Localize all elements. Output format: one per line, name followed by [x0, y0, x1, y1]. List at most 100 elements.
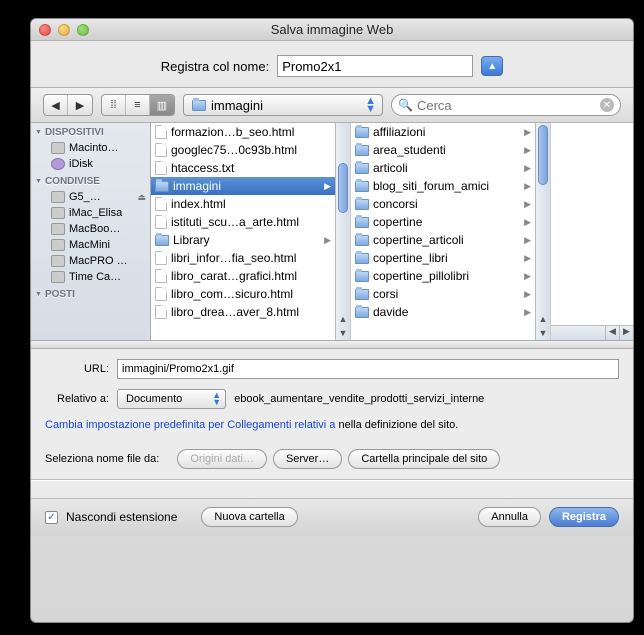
item-label: copertine_libri	[373, 251, 448, 265]
select-from-label: Seleziona nome file da:	[45, 453, 159, 465]
sidebar-header-shared[interactable]: CONDIVISE	[31, 172, 150, 189]
item-label: blog_siti_forum_amici	[373, 179, 489, 193]
relative-path-text: ebook_aumentare_vendite_prodotti_servizi…	[234, 393, 484, 405]
view-mode-switch[interactable]: ⁞⁞ ≡ ▥	[101, 94, 175, 116]
folder-row[interactable]: blog_siti_forum_amici▶	[351, 177, 535, 195]
folder-row[interactable]: copertine_libri▶	[351, 249, 535, 267]
scroll-up-icon[interactable]: ▲	[336, 312, 350, 326]
scroll-left-icon[interactable]: ◀	[605, 326, 619, 340]
file-row[interactable]: istituti_scu…a_arte.html	[151, 213, 335, 231]
scrollbar[interactable]: ▲ ▼	[335, 123, 350, 340]
nav-back-forward[interactable]: ◀ ▶	[43, 94, 93, 116]
file-row[interactable]: htaccess.txt	[151, 159, 335, 177]
sidebar-header-places[interactable]: POSTI	[31, 285, 150, 302]
back-button[interactable]: ◀	[44, 95, 68, 115]
file-row[interactable]: formazion…b_seo.html	[151, 123, 335, 141]
relative-label: Relativo a:	[45, 393, 109, 405]
sidebar-header-devices[interactable]: DISPOSITIVI	[31, 123, 150, 140]
item-label: htaccess.txt	[171, 161, 234, 175]
new-folder-button[interactable]: Nuova cartella	[201, 507, 297, 527]
computer-icon	[51, 255, 65, 267]
search-field[interactable]: 🔍 ✕	[391, 94, 621, 116]
sidebar-item-macbook[interactable]: MacBoo…	[31, 221, 150, 237]
chevron-right-icon: ▶	[524, 145, 531, 156]
icon-view-button[interactable]: ⁞⁞	[102, 95, 126, 115]
folder-row[interactable]: immagini▶	[151, 177, 335, 195]
titlebar[interactable]: Salva immagine Web	[31, 19, 633, 41]
item-label: area_studenti	[373, 143, 446, 157]
list-view-button[interactable]: ≡	[126, 95, 150, 115]
divider	[31, 479, 633, 480]
file-row[interactable]: libri_infor…fia_seo.html	[151, 249, 335, 267]
folder-row[interactable]: articoli▶	[351, 159, 535, 177]
column-3-empty: ◀▶	[551, 123, 633, 340]
hide-extension-checkbox[interactable]: ✓	[45, 511, 58, 524]
data-sources-button[interactable]: Origini dati…	[177, 449, 267, 469]
file-row[interactable]: libro_drea…aver_8.html	[151, 303, 335, 321]
folder-row[interactable]: affiliazioni▶	[351, 123, 535, 141]
file-icon	[155, 197, 167, 211]
file-row[interactable]: libro_carat…grafici.html	[151, 267, 335, 285]
folder-icon	[355, 127, 369, 138]
sidebar-item-g5[interactable]: G5_…⏏	[31, 189, 150, 205]
clear-search-icon[interactable]: ✕	[600, 98, 614, 112]
file-row[interactable]: libro_com…sicuro.html	[151, 285, 335, 303]
relative-dropdown[interactable]: Documento ▲▼	[117, 389, 226, 409]
save-button[interactable]: Registra	[549, 507, 619, 527]
expand-collapse-button[interactable]: ▲	[481, 56, 503, 76]
folder-row[interactable]: concorsi▶	[351, 195, 535, 213]
sidebar-item-timecapsule[interactable]: Time Ca…	[31, 269, 150, 285]
folder-row[interactable]: area_studenti ▶	[351, 141, 535, 159]
sidebar-item-imac[interactable]: iMac_Elisa	[31, 205, 150, 221]
scroll-down-icon[interactable]: ▼	[536, 326, 550, 340]
settings-link[interactable]: Cambia impostazione predefinita per Coll…	[45, 419, 335, 431]
forward-button[interactable]: ▶	[68, 95, 92, 115]
splitter[interactable]	[31, 341, 633, 349]
filename-input[interactable]	[277, 55, 473, 77]
idisk-icon	[51, 158, 65, 170]
path-label: immagini	[211, 98, 263, 113]
sidebar-item-macmini[interactable]: MacMini	[31, 237, 150, 253]
scroll-thumb[interactable]	[338, 163, 348, 213]
server-button[interactable]: Server…	[273, 449, 342, 469]
eject-icon[interactable]: ⏏	[137, 192, 146, 203]
folder-icon	[355, 163, 369, 174]
h-scrollbar[interactable]: ◀▶	[551, 325, 633, 340]
folder-row[interactable]: copertine_pillolibri▶	[351, 267, 535, 285]
column-2: affiliazioni▶area_studenti▶articoli▶blog…	[351, 123, 551, 340]
url-input[interactable]	[117, 359, 619, 379]
item-label: Library	[173, 233, 210, 247]
item-label: formazion…b_seo.html	[171, 125, 294, 139]
folder-row[interactable]: corsi▶	[351, 285, 535, 303]
file-row[interactable]: googlec75…0c93b.html	[151, 141, 335, 159]
chevron-right-icon: ▶	[524, 199, 531, 210]
finder-toolbar: ◀ ▶ ⁞⁞ ≡ ▥ immagini ▲▼ 🔍 ✕	[31, 87, 633, 123]
file-icon	[155, 125, 167, 139]
column-view-button[interactable]: ▥	[150, 95, 174, 115]
sidebar-item-idisk[interactable]: iDisk	[31, 156, 150, 172]
path-dropdown[interactable]: immagini ▲▼	[183, 94, 383, 116]
footer-bar: ✓ Nascondi estensione Nuova cartella Ann…	[31, 498, 633, 535]
folder-row[interactable]: copertine_articoli▶	[351, 231, 535, 249]
folder-row[interactable]: copertine▶	[351, 213, 535, 231]
column-browser: DISPOSITIVI Macinto… iDisk CONDIVISE G5_…	[31, 123, 633, 341]
cancel-button[interactable]: Annulla	[478, 507, 541, 527]
scroll-right-icon[interactable]: ▶	[619, 326, 633, 340]
sidebar-item-macpro[interactable]: MacPRO …	[31, 253, 150, 269]
site-root-button[interactable]: Cartella principale del sito	[348, 449, 500, 469]
search-input[interactable]	[417, 98, 596, 113]
computer-icon	[51, 191, 65, 203]
file-icon	[155, 161, 167, 175]
chevron-right-icon: ▶	[524, 271, 531, 282]
file-row[interactable]: index.html	[151, 195, 335, 213]
folder-row[interactable]: davide▶	[351, 303, 535, 321]
folder-row[interactable]: Library▶	[151, 231, 335, 249]
scroll-thumb[interactable]	[538, 125, 548, 185]
scroll-down-icon[interactable]: ▼	[336, 326, 350, 340]
chevron-right-icon: ▶	[524, 289, 531, 300]
sidebar-item-macintosh[interactable]: Macinto…	[31, 140, 150, 156]
folder-icon	[355, 217, 369, 228]
updown-icon: ▲▼	[212, 392, 221, 406]
scrollbar[interactable]: ▲ ▼	[535, 123, 550, 340]
scroll-up-icon[interactable]: ▲	[536, 312, 550, 326]
